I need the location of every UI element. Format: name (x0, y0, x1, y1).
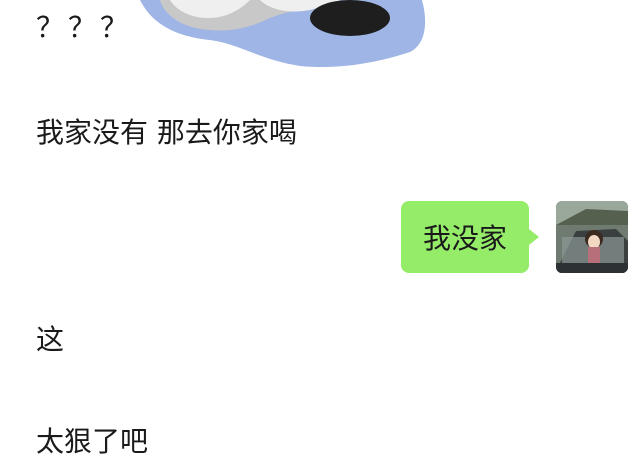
message-text-qqq: ？？？ (36, 11, 133, 44)
cloud-sticker-image (140, 0, 426, 68)
sent-message-text: 我没家 (422, 222, 507, 255)
chat-screen: ？？？ 我家没有 那去你家喝 我没家 这 太狠了吧 (0, 0, 640, 472)
message-text-line-1: 我家没有 那去你家喝 (36, 116, 297, 149)
sent-message-bubble[interactable]: 我没家 (401, 201, 539, 273)
message-text-line-2: 这 (36, 323, 65, 356)
user-avatar-image[interactable] (556, 201, 628, 273)
message-text-line-3: 太狠了吧 (36, 425, 149, 458)
